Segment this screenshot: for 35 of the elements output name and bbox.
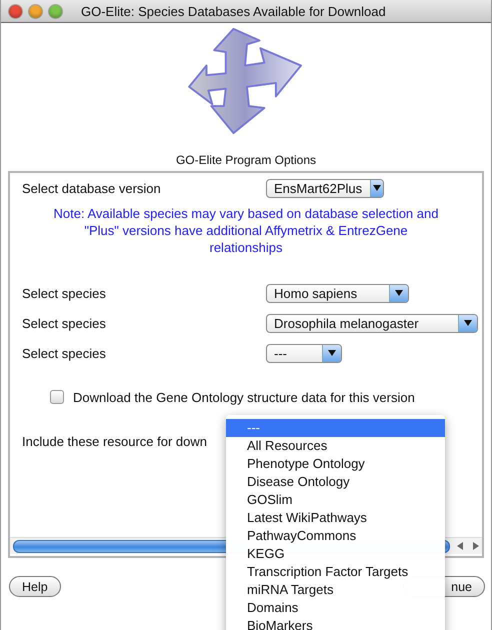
- field-label: Select species: [22, 316, 106, 330]
- database-version-dropdown[interactable]: EnsMart62Plus: [266, 178, 384, 198]
- menu-item[interactable]: miRNA Targets: [226, 581, 445, 599]
- menu-item[interactable]: All Resources: [226, 437, 445, 455]
- field-label: Select species: [22, 286, 106, 300]
- dropdown-arrow-icon: [464, 320, 472, 326]
- field-label: Select species: [22, 346, 106, 360]
- help-button[interactable]: Help: [9, 576, 61, 597]
- field-label: Select database version: [22, 180, 161, 196]
- species-dropdown[interactable]: ---: [266, 344, 342, 362]
- dropdown-arrow-icon: [395, 290, 403, 296]
- menu-item[interactable]: GOSlim: [226, 491, 445, 509]
- window-control-button[interactable]: [29, 4, 42, 18]
- window-control-button[interactable]: [49, 4, 62, 18]
- menu-item[interactable]: PathwayCommons: [226, 527, 445, 545]
- menu-item[interactable]: Transcription Factor Targets: [226, 563, 445, 581]
- species-dropdown[interactable]: Drosophila melanogaster: [266, 314, 478, 332]
- species-dropdown[interactable]: Homo sapiens: [266, 284, 409, 302]
- menu-item[interactable]: KEGG: [226, 545, 445, 563]
- note-text: Note: Available species may vary based on database selection and "Plus" versions have additional Affymetrix & EntrezGene relationships: [52, 205, 440, 256]
- window-control-button[interactable]: [9, 4, 22, 18]
- menu-item[interactable]: BioMarkers: [226, 617, 445, 630]
- section-title: GO-Elite Program Options: [174, 153, 318, 167]
- dropdown-arrow-icon: [328, 350, 336, 356]
- menu-item[interactable]: Disease Ontology: [226, 473, 445, 491]
- menu-item[interactable]: ---: [226, 419, 445, 437]
- checkbox-label: Download the Gene Ontology structure data for this version: [73, 390, 415, 404]
- menu-item[interactable]: Latest WikiPathways: [226, 509, 445, 527]
- menu-item[interactable]: Phenotype Ontology: [226, 455, 445, 473]
- menu-item[interactable]: Domains: [226, 599, 445, 617]
- checkbox[interactable]: [50, 390, 64, 404]
- window-title: GO-Elite: Species Databases Available for Download: [81, 4, 386, 18]
- four-way-arrow-icon: [187, 27, 305, 135]
- dropdown-arrow-icon: [373, 185, 382, 191]
- field-label: Include these resource for down: [22, 434, 207, 448]
